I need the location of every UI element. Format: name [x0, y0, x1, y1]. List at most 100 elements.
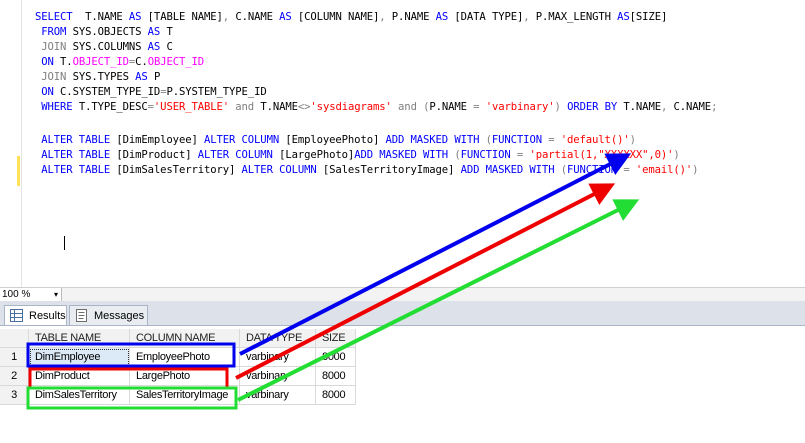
- code-token: ALTER TABLE: [35, 164, 117, 176]
- code-token: ): [554, 101, 568, 113]
- table-cell[interactable]: varbinary: [240, 386, 316, 405]
- code-token: T.NAME: [623, 101, 661, 113]
- code-token: ORDER BY: [567, 101, 624, 113]
- code-token: P: [153, 71, 161, 83]
- code-token: =: [516, 149, 530, 161]
- code-line[interactable]: JOIN SYS.TYPES AS P: [35, 70, 160, 85]
- code-token: ALTER COLUMN: [241, 164, 323, 176]
- code-token: and: [398, 101, 424, 113]
- code-token: P.MAX_LENGTH: [535, 11, 618, 23]
- code-token: SELECT: [35, 11, 86, 23]
- code-line[interactable]: JOIN SYS.COLUMNS AS C: [35, 40, 173, 55]
- code-token: 'partial(1,"XXXXXX",0)': [529, 149, 674, 161]
- code-token: 'USER_TABLE': [153, 101, 236, 113]
- code-token: 'default()': [560, 134, 630, 146]
- zoom-select[interactable]: 100 % ▾: [0, 288, 62, 301]
- code-token: T.TYPE_DESC: [78, 101, 148, 113]
- code-token: [TABLE NAME]: [147, 11, 223, 23]
- code-token: SYS.TYPES: [72, 71, 136, 83]
- code-token: SYS.OBJECTS: [72, 26, 148, 38]
- column-header[interactable]: TABLE NAME: [29, 329, 130, 348]
- code-token: <>: [297, 101, 311, 113]
- code-line[interactable]: FROM SYS.OBJECTS AS T: [35, 25, 173, 40]
- code-token: 'varbinary': [485, 101, 555, 113]
- code-line[interactable]: WHERE T.TYPE_DESC = 'USER_TABLE' and T.NAM…: [35, 100, 717, 115]
- tab-messages[interactable]: Messages: [69, 305, 148, 325]
- code-token: T.NAME: [85, 11, 129, 23]
- table-cell[interactable]: DimSalesTerritory: [29, 386, 130, 405]
- code-token: ,: [523, 11, 536, 23]
- code-token: [EmployeePhoto]: [285, 134, 386, 146]
- query-editor[interactable]: SELECT T.NAME AS [TABLE NAME], C.NAME AS…: [0, 0, 805, 287]
- column-header[interactable]: COLUMN NAME: [130, 329, 240, 348]
- code-token: C: [166, 41, 173, 53]
- code-token: AS: [147, 26, 167, 38]
- row-number[interactable]: 3: [0, 386, 29, 405]
- code-token: T: [166, 26, 173, 38]
- grid-corner[interactable]: [0, 329, 29, 348]
- tab-results[interactable]: Results: [4, 305, 67, 325]
- code-line[interactable]: ALTER TABLE [DimProduct] ALTER COLUMN [L…: [35, 148, 680, 163]
- column-header[interactable]: SIZE: [316, 329, 356, 348]
- code-token: and: [235, 101, 261, 113]
- code-token: 'sysdiagrams': [310, 101, 399, 113]
- code-token: OBJECT_ID: [147, 56, 205, 68]
- code-token: ,: [660, 101, 674, 113]
- code-token: FROM: [35, 26, 73, 38]
- code-token: C.SYSTEM_TYPE_ID: [60, 86, 161, 98]
- code-line[interactable]: ON C.SYSTEM_TYPE_ID=P.SYSTEM_TYPE_ID: [35, 85, 267, 100]
- table-cell[interactable]: DimProduct: [29, 367, 130, 386]
- messages-icon: [76, 309, 87, 322]
- code-token: AS: [435, 11, 455, 23]
- code-token: T.NAME: [260, 101, 298, 113]
- code-token: [DimProduct]: [116, 149, 198, 161]
- table-cell[interactable]: 8000: [316, 367, 356, 386]
- results-tab-strip: Results Messages: [0, 301, 805, 326]
- code-line[interactable]: ALTER TABLE [DimSalesTerritory] ALTER CO…: [35, 163, 698, 178]
- code-token: P.NAME: [429, 101, 474, 113]
- code-line[interactable]: SELECT T.NAME AS [TABLE NAME], C.NAME AS…: [35, 10, 667, 25]
- code-token: FUNCTION: [460, 149, 517, 161]
- code-token: ;: [711, 101, 718, 113]
- code-token: ): [673, 149, 680, 161]
- code-token: AS: [617, 11, 630, 23]
- code-token: AS: [147, 41, 167, 53]
- column-header[interactable]: DATA TYPE: [240, 329, 316, 348]
- row-number[interactable]: 2: [0, 367, 29, 386]
- code-token: ADD MASKED WITH: [354, 149, 455, 161]
- table-cell[interactable]: 8000: [316, 348, 356, 367]
- chevron-down-icon: ▾: [53, 290, 58, 299]
- code-token: ALTER COLUMN: [203, 134, 286, 146]
- grid-icon: [10, 309, 23, 322]
- change-marker: [17, 156, 20, 171]
- table-cell[interactable]: varbinary: [240, 348, 316, 367]
- table-cell[interactable]: SalesTerritoryImage: [130, 386, 240, 405]
- editor-gutter: [0, 0, 18, 287]
- code-line[interactable]: ON T.OBJECT_ID=C.OBJECT_ID: [35, 55, 204, 70]
- zoom-value: 100 %: [2, 289, 31, 300]
- code-token: SYS.COLUMNS: [72, 41, 148, 53]
- code-token: ADD MASKED WITH: [460, 164, 561, 176]
- code-token: ,: [222, 11, 236, 23]
- code-token: AS: [135, 71, 154, 83]
- table-cell[interactable]: DimEmployee: [29, 348, 130, 367]
- row-number[interactable]: 1: [0, 348, 29, 367]
- table-cell[interactable]: 8000: [316, 386, 356, 405]
- code-token: [SIZE]: [629, 11, 668, 23]
- code-token: FUNCTION: [491, 134, 549, 146]
- code-line[interactable]: ALTER TABLE [DimEmployee] ALTER COLUMN […: [35, 133, 636, 148]
- results-grid[interactable]: TABLE NAME COLUMN NAME DATA TYPE SIZE 1 …: [0, 326, 805, 443]
- code-token: T.: [60, 56, 73, 68]
- code-token: ALTER TABLE: [35, 149, 117, 161]
- code-token: JOIN: [35, 41, 73, 53]
- code-token: [DimSalesTerritory]: [116, 164, 242, 176]
- code-token: P.SYSTEM_TYPE_ID: [166, 86, 267, 98]
- table-cell[interactable]: LargePhoto: [130, 367, 240, 386]
- code-token: [SalesTerritoryImage]: [322, 164, 461, 176]
- code-token: ON: [35, 86, 61, 98]
- table-cell[interactable]: EmployeePhoto: [130, 348, 240, 367]
- code-token: ): [629, 134, 636, 146]
- table-cell[interactable]: varbinary: [240, 367, 316, 386]
- code-token: ALTER TABLE: [35, 134, 117, 146]
- code-token: FUNCTION: [566, 164, 624, 176]
